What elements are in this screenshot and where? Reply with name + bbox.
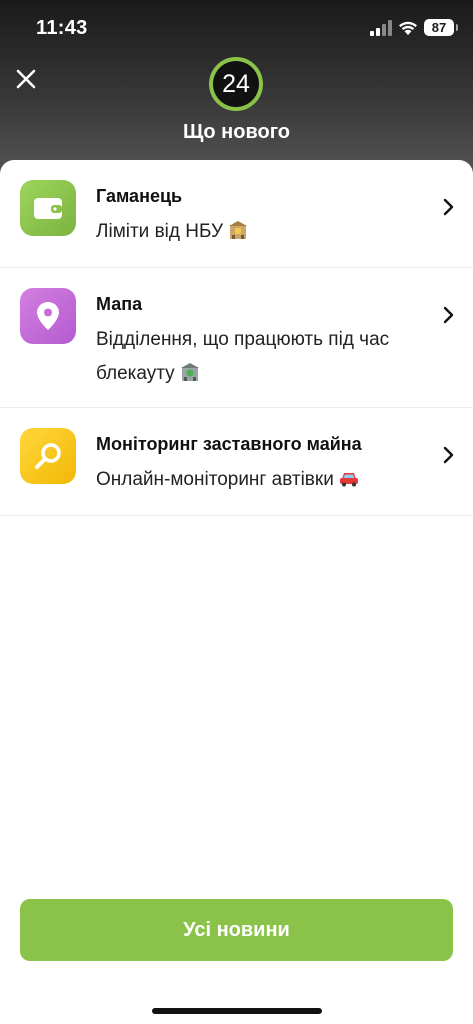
- header: 11:43 87 24 Що нового: [0, 0, 473, 175]
- news-sheet: Гаманець Ліміти від НБУ Мапа Відділення,: [0, 160, 473, 1024]
- status-bar: 11:43 87: [0, 0, 473, 56]
- close-icon: [16, 69, 36, 89]
- item-subtitle-line2: блекауту: [96, 363, 175, 384]
- item-title: Мапа: [96, 294, 143, 314]
- privat24-logo: 24: [209, 57, 263, 111]
- item-title: Моніторинг заставного майна: [96, 434, 362, 454]
- wifi-icon: [399, 21, 417, 35]
- page-title: Що нового: [183, 121, 290, 143]
- status-time: 11:43: [36, 17, 88, 39]
- cellular-signal-icon: [370, 20, 392, 36]
- item-subtitle-line1: Відділення, що працюють під час: [96, 329, 390, 350]
- logo-text: 24: [213, 61, 259, 107]
- chevron-right-icon: [443, 198, 454, 216]
- item-title: Гаманець: [96, 186, 183, 206]
- bank-emoji-icon: [229, 221, 248, 239]
- battery-indicator: 87: [424, 19, 458, 36]
- item-subtitle: Ліміти від НБУ: [96, 221, 224, 242]
- close-button[interactable]: [10, 63, 42, 95]
- item-subtitle: Онлайн-моніторинг автівки: [96, 469, 334, 490]
- car-emoji-icon: [340, 473, 359, 487]
- list-item-map[interactable]: Мапа Відділення, що працюють під час бле…: [0, 268, 473, 408]
- chevron-right-icon: [443, 306, 454, 324]
- list-item-monitoring[interactable]: Моніторинг заставного майна Онлайн-моніт…: [0, 408, 473, 516]
- all-news-button[interactable]: Усі новини: [20, 899, 453, 961]
- chevron-right-icon: [443, 446, 454, 464]
- map-pin-icon: [20, 288, 76, 344]
- home-indicator: [152, 1008, 322, 1014]
- list-item-wallet[interactable]: Гаманець Ліміти від НБУ: [0, 160, 473, 268]
- bank-emoji-icon: [180, 363, 199, 381]
- search-icon: [20, 428, 76, 484]
- wallet-icon: [20, 180, 76, 236]
